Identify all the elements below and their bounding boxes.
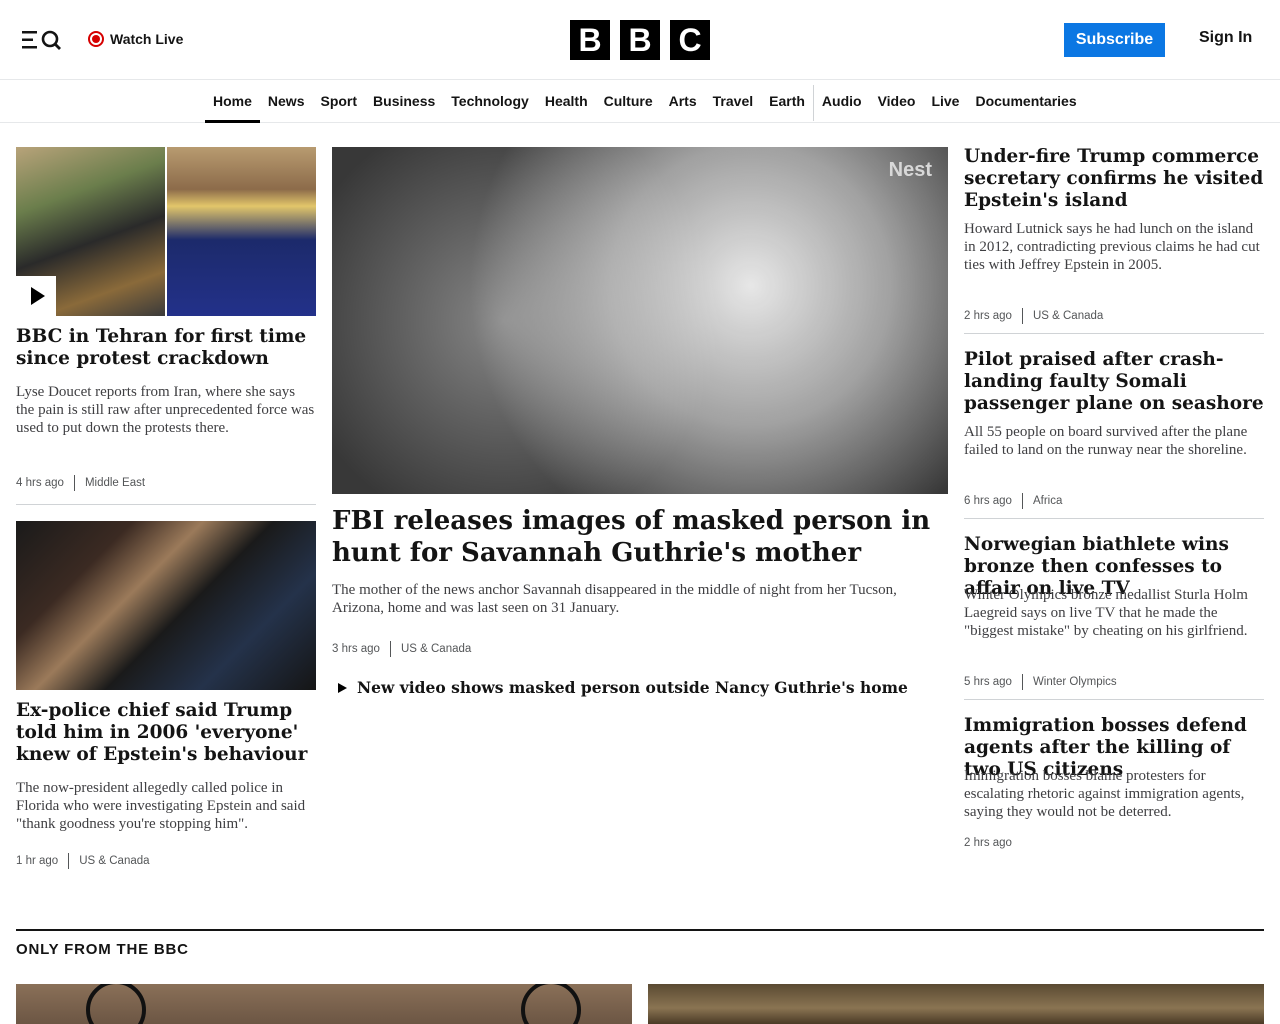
meta-divider: [1021, 308, 1023, 324]
nav-item-earth[interactable]: Earth: [761, 81, 813, 123]
site-header: Watch Live B B C Subscribe Sign In: [0, 0, 1280, 80]
lead-headline[interactable]: FBI releases images of masked person in …: [332, 505, 948, 569]
story-divider: [964, 333, 1264, 334]
nav-item-business[interactable]: Business: [365, 81, 443, 123]
story-meta: 4 hrs ago Middle East: [16, 475, 145, 491]
section-rule: [16, 929, 1264, 931]
related-video-label: New video shows masked person outside Na…: [357, 678, 908, 697]
main-nav: Home News Sport Business Technology Heal…: [0, 81, 1280, 123]
lamp-shape: [86, 984, 146, 1024]
nav-item-documentaries[interactable]: Documentaries: [967, 81, 1084, 123]
meta-divider: [1021, 674, 1023, 690]
story-image-tehran-right[interactable]: [167, 147, 316, 316]
story-time: 5 hrs ago: [964, 676, 1012, 688]
story-category[interactable]: US & Canada: [401, 643, 471, 655]
nav-item-audio[interactable]: Audio: [814, 81, 870, 123]
related-video-link[interactable]: New video shows masked person outside Na…: [338, 678, 908, 697]
lead-meta: 3 hrs ago US & Canada: [332, 641, 471, 657]
live-icon: [88, 31, 104, 47]
bbc-logo[interactable]: B B C: [570, 20, 710, 60]
play-icon: [30, 287, 45, 305]
nav-item-live[interactable]: Live: [923, 81, 967, 123]
story-headline[interactable]: Under-fire Trump commerce secretary conf…: [964, 146, 1264, 212]
nav-item-health[interactable]: Health: [537, 81, 596, 123]
section-title: ONLY FROM THE BBC: [16, 941, 189, 958]
nav-list: Home News Sport Business Technology Heal…: [205, 81, 1085, 123]
story-summary: Howard Lutnick says he had lunch on the …: [964, 221, 1260, 273]
meta-divider: [1021, 493, 1023, 509]
menu-search-icon: [22, 30, 61, 50]
story-summary: The now-president allegedly called polic…: [16, 780, 306, 832]
story-summary: All 55 people on board survived after th…: [964, 424, 1248, 458]
section-story-image[interactable]: [648, 984, 1264, 1024]
story-category[interactable]: Africa: [1033, 495, 1062, 507]
subscribe-button[interactable]: Subscribe: [1064, 23, 1165, 57]
story-summary: Lyse Doucet reports from Iran, where she…: [16, 384, 315, 436]
meta-divider: [389, 641, 391, 657]
play-icon: [338, 682, 347, 693]
story-category[interactable]: Middle East: [85, 477, 145, 489]
story-meta: 1 hr ago US & Canada: [16, 853, 150, 869]
story-headline[interactable]: Ex-police chief said Trump told him in 2…: [16, 700, 316, 766]
story-meta: 2 hrs ago US & Canada: [964, 308, 1103, 324]
story-headline[interactable]: Pilot praised after crash-landing faulty…: [964, 349, 1264, 415]
logo-letter: B: [620, 20, 660, 60]
story-meta: 5 hrs ago Winter Olympics: [964, 674, 1117, 690]
nav-item-news[interactable]: News: [260, 81, 313, 123]
story-time: 3 hrs ago: [332, 643, 380, 655]
meta-divider: [68, 853, 70, 869]
story-headline[interactable]: BBC in Tehran for first time since prote…: [16, 326, 316, 370]
nav-item-home[interactable]: Home: [205, 81, 260, 123]
section-story-image[interactable]: [16, 984, 632, 1024]
nav-item-video[interactable]: Video: [870, 81, 924, 123]
lamp-shape: [521, 984, 581, 1024]
logo-letter: C: [670, 20, 710, 60]
story-time: 1 hr ago: [16, 855, 59, 867]
meta-divider: [73, 475, 75, 491]
story-summary: Immigration bosses blame protesters for …: [964, 768, 1245, 820]
story-divider: [964, 699, 1264, 700]
story-image-trump[interactable]: [16, 521, 316, 690]
story-time: 2 hrs ago: [964, 837, 1012, 849]
nav-item-culture[interactable]: Culture: [596, 81, 661, 123]
story-category[interactable]: US & Canada: [79, 855, 149, 867]
menu-search-button[interactable]: [22, 28, 64, 52]
image-watermark: Nest: [888, 159, 932, 181]
story-summary: Winter Olympics bronze medallist Sturla …: [964, 587, 1248, 639]
story-meta: 6 hrs ago Africa: [964, 493, 1062, 509]
nav-item-technology[interactable]: Technology: [443, 81, 537, 123]
story-time: 4 hrs ago: [16, 477, 64, 489]
logo-letter: B: [570, 20, 610, 60]
play-video-button[interactable]: [16, 276, 56, 316]
story-meta: 2 hrs ago: [964, 837, 1012, 849]
lead-summary: The mother of the news anchor Savannah d…: [332, 582, 897, 616]
watch-live-link[interactable]: Watch Live: [88, 29, 183, 49]
story-category[interactable]: Winter Olympics: [1033, 676, 1117, 688]
story-divider: [964, 518, 1264, 519]
nav-item-sport[interactable]: Sport: [312, 81, 365, 123]
nav-item-travel[interactable]: Travel: [705, 81, 761, 123]
nav-item-arts[interactable]: Arts: [661, 81, 705, 123]
sign-in-link[interactable]: Sign In: [1199, 29, 1252, 47]
story-divider: [16, 504, 316, 505]
lead-story-image[interactable]: Nest: [332, 147, 948, 494]
watch-live-label: Watch Live: [110, 31, 184, 47]
story-time: 6 hrs ago: [964, 495, 1012, 507]
story-time: 2 hrs ago: [964, 310, 1012, 322]
story-category[interactable]: US & Canada: [1033, 310, 1103, 322]
